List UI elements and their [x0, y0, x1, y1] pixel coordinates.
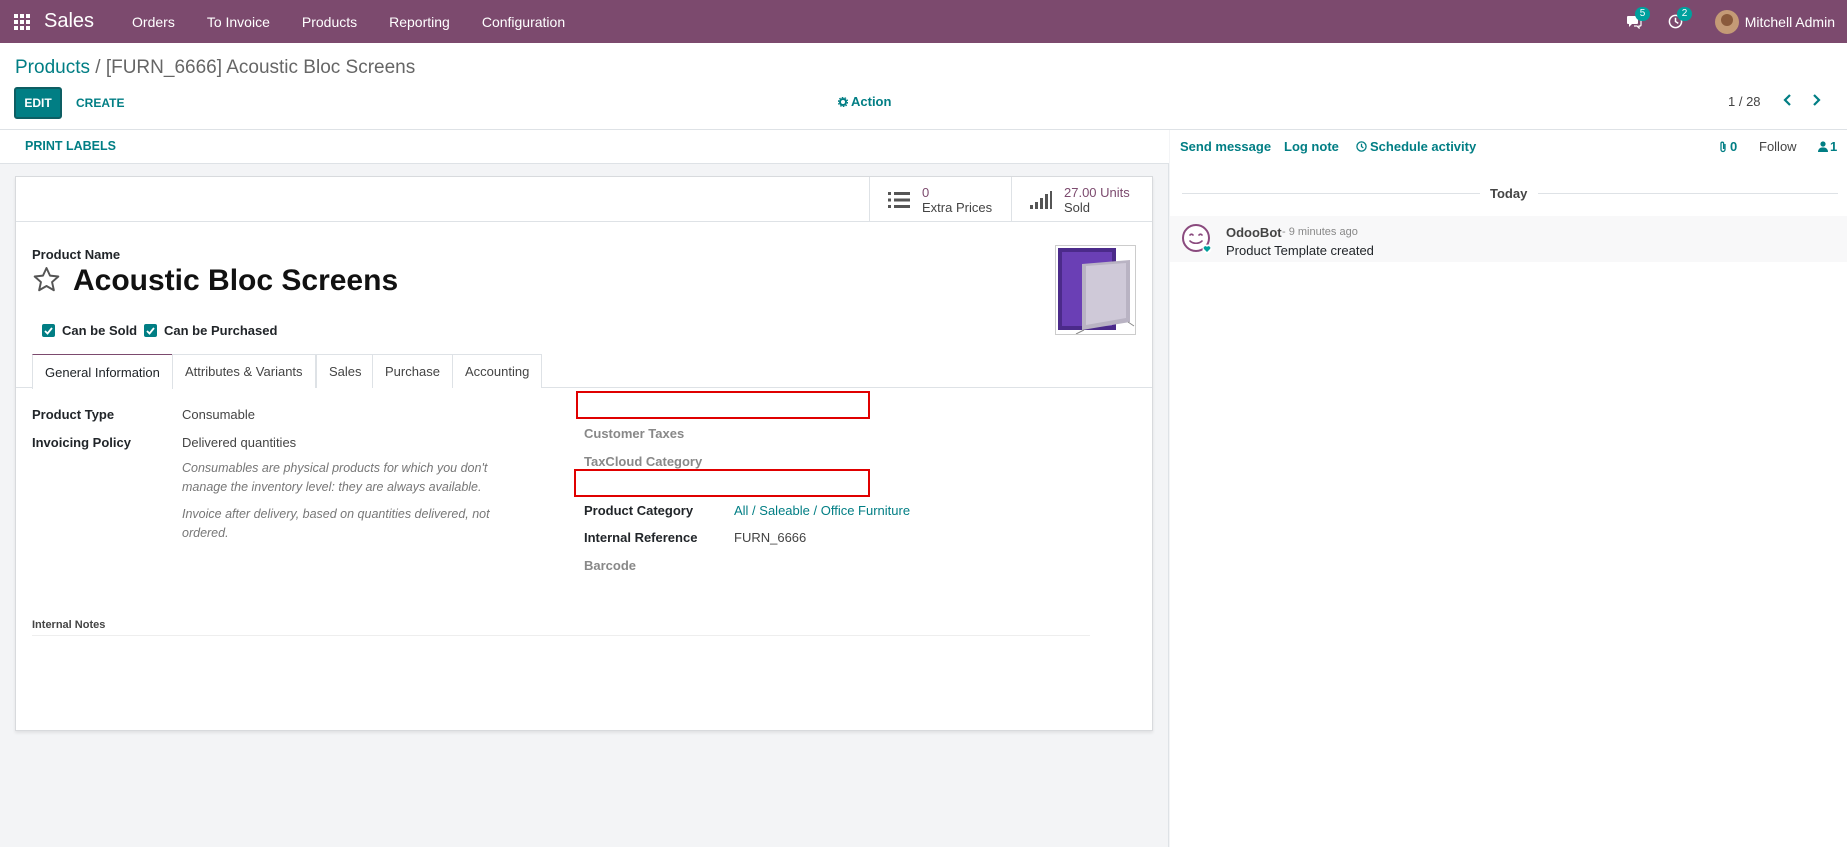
messages-button[interactable]: 5: [1613, 0, 1655, 43]
units-sold-value: 27.00 Units: [1064, 184, 1130, 200]
pager-next-button[interactable]: [1805, 89, 1827, 111]
chatter-topbar: Send message Log note Schedule activity …: [1170, 130, 1847, 164]
paperclip-icon: [1720, 141, 1726, 152]
tab-sales[interactable]: Sales: [316, 354, 375, 388]
today-separator: Today: [1170, 186, 1847, 201]
user-avatar: [1714, 9, 1739, 34]
can-be-purchased-checkbox[interactable]: Can be Purchased: [144, 323, 277, 338]
user-icon: [1818, 141, 1828, 152]
internal-notes-label: Internal Notes: [32, 619, 106, 631]
message-body: Product Template created: [1226, 243, 1374, 258]
app-brand[interactable]: Sales: [44, 10, 94, 33]
can-be-purchased-label: Can be Purchased: [164, 323, 278, 338]
activities-badge: 2: [1676, 7, 1693, 21]
product-category-link[interactable]: All / Saleable / Office Furniture: [734, 503, 910, 518]
messages-badge: 5: [1634, 7, 1651, 21]
signal-bars-icon: [1030, 190, 1052, 209]
action-label: Action: [851, 94, 892, 109]
today-label: Today: [1490, 186, 1528, 201]
list-icon: [888, 191, 910, 208]
apps-menu-icon[interactable]: [0, 0, 44, 43]
action-dropdown[interactable]: Action: [838, 94, 891, 109]
schedule-activity-button[interactable]: Schedule activity: [1356, 139, 1476, 154]
checkbox-checked-icon: [144, 324, 157, 337]
product-category-label: Product Category: [584, 503, 694, 518]
barcode-label: Barcode: [584, 558, 637, 573]
can-be-sold-checkbox[interactable]: Can be Sold: [42, 323, 137, 338]
activities-button[interactable]: 2: [1655, 0, 1697, 43]
menu-to-invoice[interactable]: To Invoice: [191, 0, 286, 43]
user-name: Mitchell Admin: [1744, 13, 1835, 30]
highlighted-empty-field[interactable]: [574, 469, 870, 497]
smart-button-box: 0 Extra Prices 27.00 Units Sold: [16, 177, 1152, 222]
checkbox-checked-icon: [42, 324, 55, 337]
product-type-value[interactable]: Consumable: [182, 407, 255, 422]
product-name-label: Product Name: [32, 247, 121, 262]
tab-purchase[interactable]: Purchase: [372, 354, 453, 388]
extra-prices-label: Extra Prices: [922, 199, 993, 215]
consumable-help-text: Consumables are physical products for wh…: [182, 461, 488, 494]
chevron-right-icon: [1813, 94, 1821, 106]
chatter-panel: Send message Log note Schedule activity …: [1170, 130, 1847, 847]
control-panel: Products / [FURN_6666] Acoustic Bloc Scr…: [0, 43, 1847, 130]
menu-configuration[interactable]: Configuration: [466, 0, 581, 43]
product-name[interactable]: Acoustic Bloc Screens: [73, 264, 398, 298]
form-view: PRINT LABELS 0 Extra Prices 27.00 Units …: [0, 130, 1169, 847]
pager-value[interactable]: 1 / 28: [1728, 94, 1761, 109]
can-be-sold-label: Can be Sold: [62, 323, 138, 338]
message-author[interactable]: OdooBot: [1226, 225, 1282, 240]
taxcloud-category-label: TaxCloud Category: [584, 454, 703, 469]
breadcrumb-separator: /: [95, 57, 101, 78]
attachments-button[interactable]: 0: [1718, 139, 1737, 154]
print-labels-button[interactable]: PRINT LABELS: [25, 139, 116, 153]
follow-button[interactable]: Follow: [1759, 139, 1797, 154]
odoobot-avatar: [1182, 224, 1212, 254]
menu-reporting[interactable]: Reporting: [373, 0, 466, 43]
message-date: - 9 minutes ago: [1282, 226, 1358, 238]
menu-products[interactable]: Products: [286, 0, 373, 43]
form-statusbar: PRINT LABELS: [0, 130, 1169, 164]
clock-icon: [1356, 141, 1367, 152]
star-icon[interactable]: [32, 265, 61, 294]
tab-attributes-variants[interactable]: Attributes & Variants: [172, 354, 316, 388]
log-note-button[interactable]: Log note: [1284, 139, 1339, 154]
extra-prices-button[interactable]: 0 Extra Prices: [869, 177, 1011, 222]
chatter-message: OdooBot - 9 minutes ago Product Template…: [1170, 216, 1847, 262]
send-message-button[interactable]: Send message: [1180, 139, 1271, 154]
form-sheet: 0 Extra Prices 27.00 Units Sold Product …: [15, 176, 1153, 731]
menu-orders[interactable]: Orders: [116, 0, 191, 43]
breadcrumb-current: [FURN_6666] Acoustic Bloc Screens: [105, 57, 416, 78]
chevron-left-icon: [1783, 94, 1791, 106]
highlighted-empty-field[interactable]: [576, 391, 870, 419]
breadcrumb: Products / [FURN_6666] Acoustic Bloc Scr…: [15, 57, 415, 79]
tab-general-information[interactable]: General Information: [32, 354, 173, 389]
top-navbar: Sales Orders To Invoice Products Reporti…: [0, 0, 1847, 43]
invoicing-policy-label: Invoicing Policy: [32, 435, 131, 450]
extra-prices-value: 0: [922, 184, 930, 200]
units-sold-button[interactable]: 27.00 Units Sold: [1011, 177, 1153, 222]
product-image[interactable]: [1055, 245, 1136, 335]
internal-reference-label: Internal Reference: [584, 530, 698, 545]
customer-taxes-label: Customer Taxes: [584, 426, 685, 441]
internal-reference-value[interactable]: FURN_6666: [734, 530, 806, 545]
units-sold-label: Sold: [1064, 199, 1091, 215]
breadcrumb-products-link[interactable]: Products: [15, 57, 90, 78]
product-type-label: Product Type: [32, 407, 115, 422]
edit-button[interactable]: EDIT: [14, 87, 62, 119]
tab-accounting[interactable]: Accounting: [452, 354, 543, 388]
create-button[interactable]: CREATE: [76, 87, 124, 119]
internal-notes-field[interactable]: [32, 635, 1090, 636]
invoice-policy-help-text: Invoice after delivery, based on quantit…: [182, 507, 490, 540]
invoicing-policy-value[interactable]: Delivered quantities: [182, 435, 296, 450]
followers-button[interactable]: 1: [1818, 139, 1837, 154]
gear-icon: [838, 96, 848, 107]
pager-previous-button[interactable]: [1777, 89, 1799, 111]
user-menu[interactable]: Mitchell Admin: [1697, 9, 1847, 34]
notebook-tabs: General Information Attributes & Variant…: [16, 354, 1152, 389]
